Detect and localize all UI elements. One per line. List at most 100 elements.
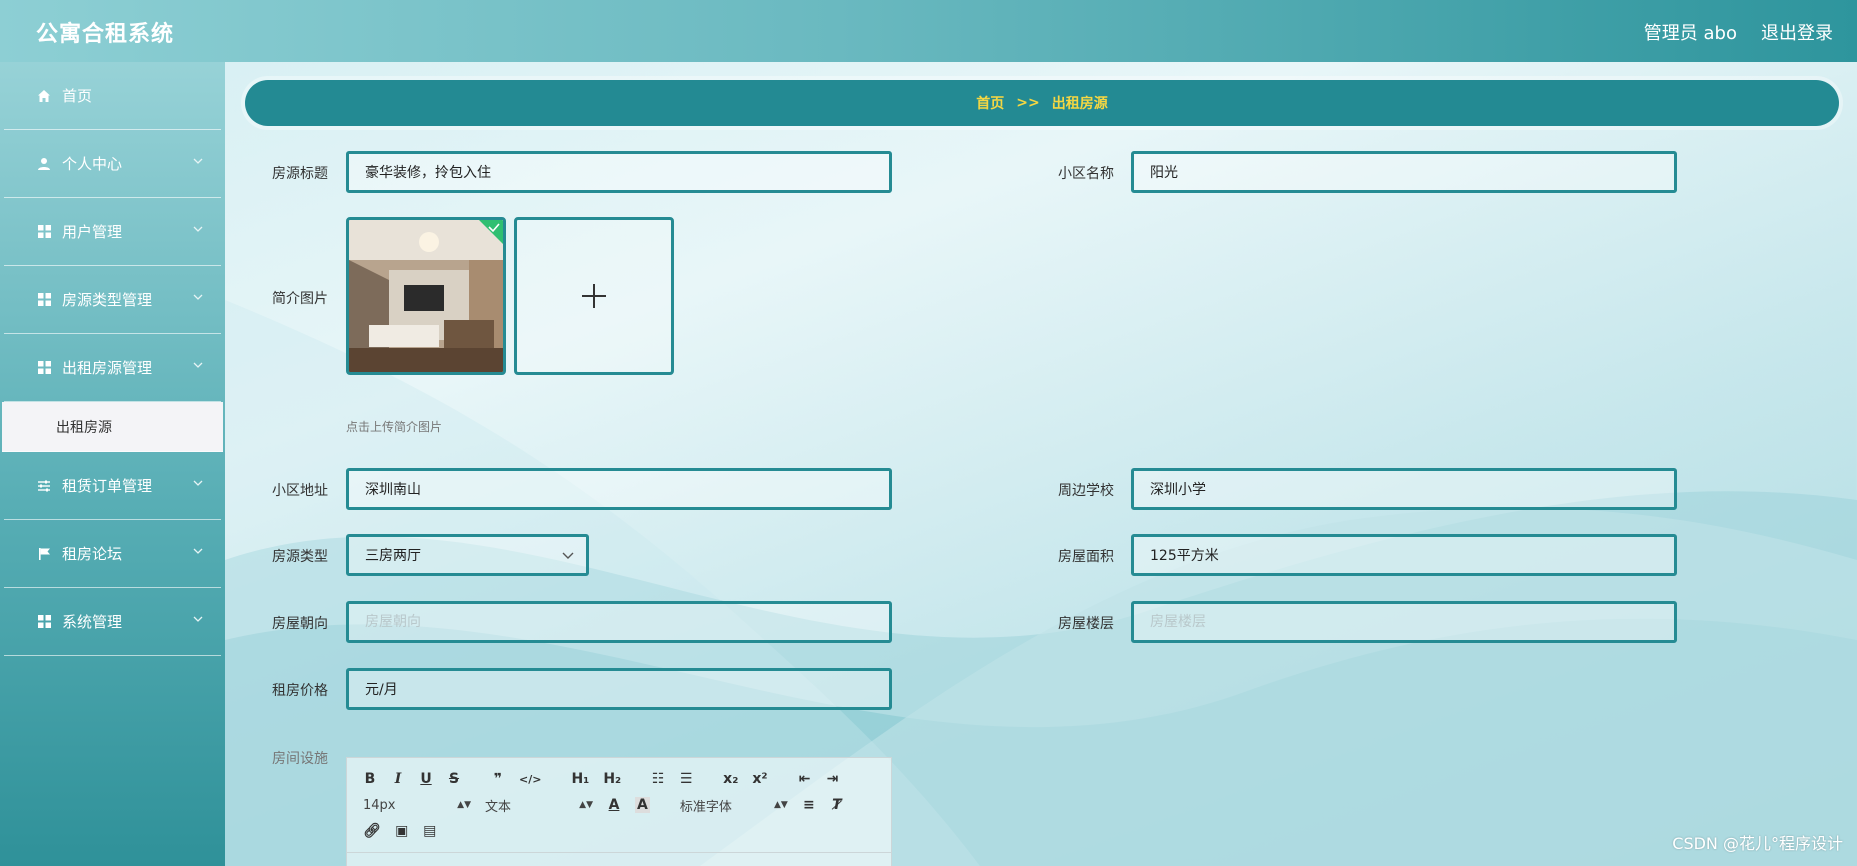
title-field[interactable]: 豪华装修，拎包入住 — [346, 151, 892, 193]
rich-text-editor[interactable]: B I U S ❞ </> H₁ H₂ ☷ ☰ x₂ x² ⇤ ⇥ 14px ▲… — [346, 757, 892, 866]
top-bar: 公寓合租系统 管理员 abo 退出登录 — [0, 0, 1857, 62]
flag-icon — [36, 546, 52, 562]
sidebar-item-home[interactable]: 首页 — [4, 62, 221, 130]
select-arrows-icon: ▲▼ — [457, 800, 471, 810]
sidebar-item-house-type-management[interactable]: 房源类型管理 — [4, 266, 221, 334]
orientation-input[interactable] — [365, 604, 889, 640]
grid-icon — [36, 614, 52, 630]
main-content: 首页 >> 出租房源 房源标题 豪华装修，拎包入住 小区名称 阳光 简介图片 点… — [225, 62, 1857, 866]
blockquote-icon[interactable]: ❞ — [491, 771, 505, 787]
orientation-field[interactable] — [346, 601, 892, 643]
home-icon — [36, 88, 52, 104]
bold-icon[interactable]: B — [363, 771, 377, 787]
community-value: 阳光 — [1150, 165, 1178, 181]
facilities-label: 房间设施 — [272, 751, 328, 767]
price-value: 元/月 — [365, 682, 398, 698]
plus-icon — [582, 284, 606, 308]
breadcrumb: 首页 >> 出租房源 — [245, 80, 1839, 126]
strikethrough-icon[interactable]: S — [447, 771, 461, 787]
floor-input[interactable] — [1150, 604, 1674, 640]
ordered-list-icon[interactable]: ☷ — [651, 771, 665, 787]
editor-toolbar-row-2: 14px ▲▼ 文本 ▲▼ A A 标准字体 ▲▼ ≡ T̷ — [347, 792, 891, 818]
chevron-down-icon — [193, 616, 203, 622]
watermark-text: CSDN @花儿°程序设计 — [1672, 834, 1843, 853]
sidebar-item-rental-forum[interactable]: 租房论坛 — [4, 520, 221, 588]
font-family-select[interactable]: 标准字体 ▲▼ — [680, 796, 802, 815]
address-value: 深圳南山 — [365, 482, 421, 498]
sidebar-item-label: 系统管理 — [62, 613, 123, 631]
chevron-down-icon — [193, 294, 203, 300]
font-size-value: 14px — [363, 797, 396, 813]
chevron-down-icon — [193, 480, 203, 486]
breadcrumb-home-link[interactable]: 首页 — [976, 93, 1004, 113]
clear-format-icon[interactable]: T̷ — [830, 797, 844, 813]
area-field[interactable]: 125平方米 — [1131, 534, 1677, 576]
font-size-select[interactable]: 14px ▲▼ — [363, 798, 485, 813]
user-icon — [36, 156, 52, 172]
text-type-select[interactable]: 文本 ▲▼ — [485, 796, 607, 815]
community-label: 小区名称 — [1058, 166, 1114, 182]
sidebar-item-label: 个人中心 — [62, 155, 123, 173]
price-field[interactable]: 元/月 — [346, 668, 892, 710]
user-label[interactable]: 管理员 abo — [1644, 19, 1737, 45]
chevron-down-icon — [193, 226, 203, 232]
font-color-icon[interactable]: A — [607, 797, 621, 813]
upload-tip: 点击上传简介图片 — [346, 420, 443, 434]
heading-1-icon[interactable]: H₁ — [571, 771, 589, 787]
sidebar-item-rental-listing-management[interactable]: 出租房源管理 — [4, 334, 221, 402]
editor-content-area[interactable] — [347, 852, 891, 866]
floor-label: 房屋楼层 — [1058, 616, 1114, 632]
top-right-actions: 管理员 abo 退出登录 — [1644, 19, 1833, 45]
grid-icon — [36, 224, 52, 240]
background-color-icon[interactable]: A — [635, 797, 650, 813]
sidebar-item-lease-order-management[interactable]: 租赁订单管理 — [4, 452, 221, 520]
heading-2-icon[interactable]: H₂ — [603, 771, 621, 787]
sidebar: 首页 个人中心 用户管理 房源类型管理 出租房源管理 出租房源 租赁订单管理 租… — [0, 62, 225, 866]
text-type-value: 文本 — [485, 799, 512, 815]
outdent-icon[interactable]: ⇤ — [798, 771, 812, 787]
select-arrows-icon: ▲▼ — [579, 800, 593, 810]
chevron-down-icon — [193, 158, 203, 164]
title-value: 豪华装修，拎包入住 — [365, 165, 491, 181]
uploaded-image-thumbnail[interactable] — [346, 217, 506, 375]
area-label: 房屋面积 — [1058, 549, 1114, 565]
indent-icon[interactable]: ⇥ — [826, 771, 840, 787]
submenu-item-rental-listing[interactable]: 出租房源 — [2, 402, 223, 452]
sidebar-item-system-management[interactable]: 系统管理 — [4, 588, 221, 656]
image-icon[interactable]: ▣ — [395, 823, 409, 839]
sidebar-item-label: 租房论坛 — [62, 545, 123, 563]
sidebar-item-personal-center[interactable]: 个人中心 — [4, 130, 221, 198]
school-value: 深圳小学 — [1150, 482, 1206, 498]
type-label: 房源类型 — [272, 549, 328, 565]
house-type-select[interactable]: 三房两厅 — [346, 534, 589, 576]
grid-icon — [36, 360, 52, 376]
address-field[interactable]: 深圳南山 — [346, 468, 892, 510]
app-title: 公寓合租系统 — [36, 22, 175, 47]
upload-add-button[interactable] — [514, 217, 674, 375]
house-type-value: 三房两厅 — [365, 548, 421, 564]
link-icon[interactable]: 🔗︎ — [363, 823, 381, 839]
bullet-list-icon[interactable]: ☰ — [679, 771, 693, 787]
editor-toolbar-row-3: 🔗︎ ▣ ▤ — [347, 818, 891, 844]
superscript-icon[interactable]: x² — [752, 771, 767, 787]
chevron-down-icon — [193, 548, 203, 554]
sidebar-item-label: 租赁订单管理 — [62, 477, 153, 495]
community-field[interactable]: 阳光 — [1131, 151, 1677, 193]
sidebar-item-label: 用户管理 — [62, 223, 123, 241]
italic-icon[interactable]: I — [391, 771, 405, 787]
subscript-icon[interactable]: x₂ — [723, 771, 738, 787]
address-label: 小区地址 — [272, 483, 328, 499]
logout-button[interactable]: 退出登录 — [1761, 19, 1833, 45]
chevron-down-icon — [562, 552, 574, 559]
school-label: 周边学校 — [1058, 483, 1114, 499]
sliders-icon — [36, 478, 52, 494]
sidebar-item-user-management[interactable]: 用户管理 — [4, 198, 221, 266]
code-block-icon[interactable]: </> — [519, 773, 541, 786]
video-icon[interactable]: ▤ — [423, 823, 437, 839]
underline-icon[interactable]: U — [419, 771, 433, 787]
school-field[interactable]: 深圳小学 — [1131, 468, 1677, 510]
align-icon[interactable]: ≡ — [802, 797, 816, 813]
sidebar-item-label: 出租房源管理 — [62, 359, 153, 377]
floor-field[interactable] — [1131, 601, 1677, 643]
font-family-value: 标准字体 — [679, 799, 732, 815]
